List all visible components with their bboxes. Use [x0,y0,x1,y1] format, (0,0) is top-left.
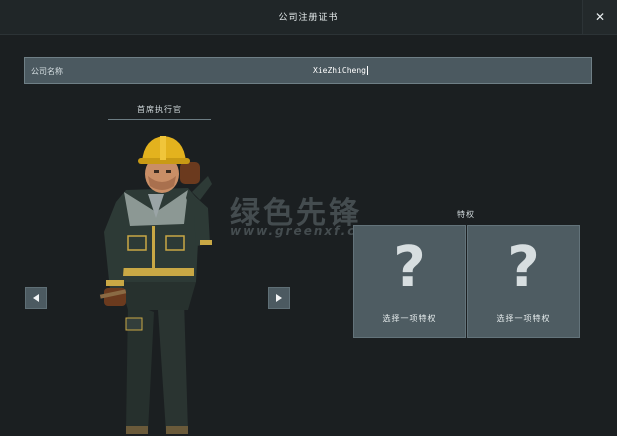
triangle-left-icon [33,294,39,302]
ceo-character [99,136,212,434]
title-bar: 公司注册证书 ✕ [0,0,617,35]
perk-slot-1[interactable]: ? 选择一项特权 [353,225,466,338]
perk-slot-label: 选择一项特权 [496,314,551,323]
triangle-right-icon [276,294,282,302]
ceo-underline [108,119,211,120]
company-name-label: 公司名称 [31,67,63,76]
question-mark-icon: ? [393,235,426,300]
close-button[interactable]: ✕ [582,0,617,34]
perk-slot-label: 选择一项特权 [382,314,437,323]
window-title: 公司注册证书 [278,13,339,23]
previous-ceo-button[interactable] [25,287,47,309]
close-icon: ✕ [594,10,606,24]
ceo-label: 首席执行官 [137,105,182,114]
perks-label: 特权 [457,210,475,219]
company-name-input[interactable]: XieZhiCheng [313,66,433,75]
question-mark-icon: ? [507,235,540,300]
company-name-field[interactable]: 公司名称 XieZhiCheng [24,57,592,84]
next-ceo-button[interactable] [268,287,290,309]
perk-slot-2[interactable]: ? 选择一项特权 [467,225,580,338]
